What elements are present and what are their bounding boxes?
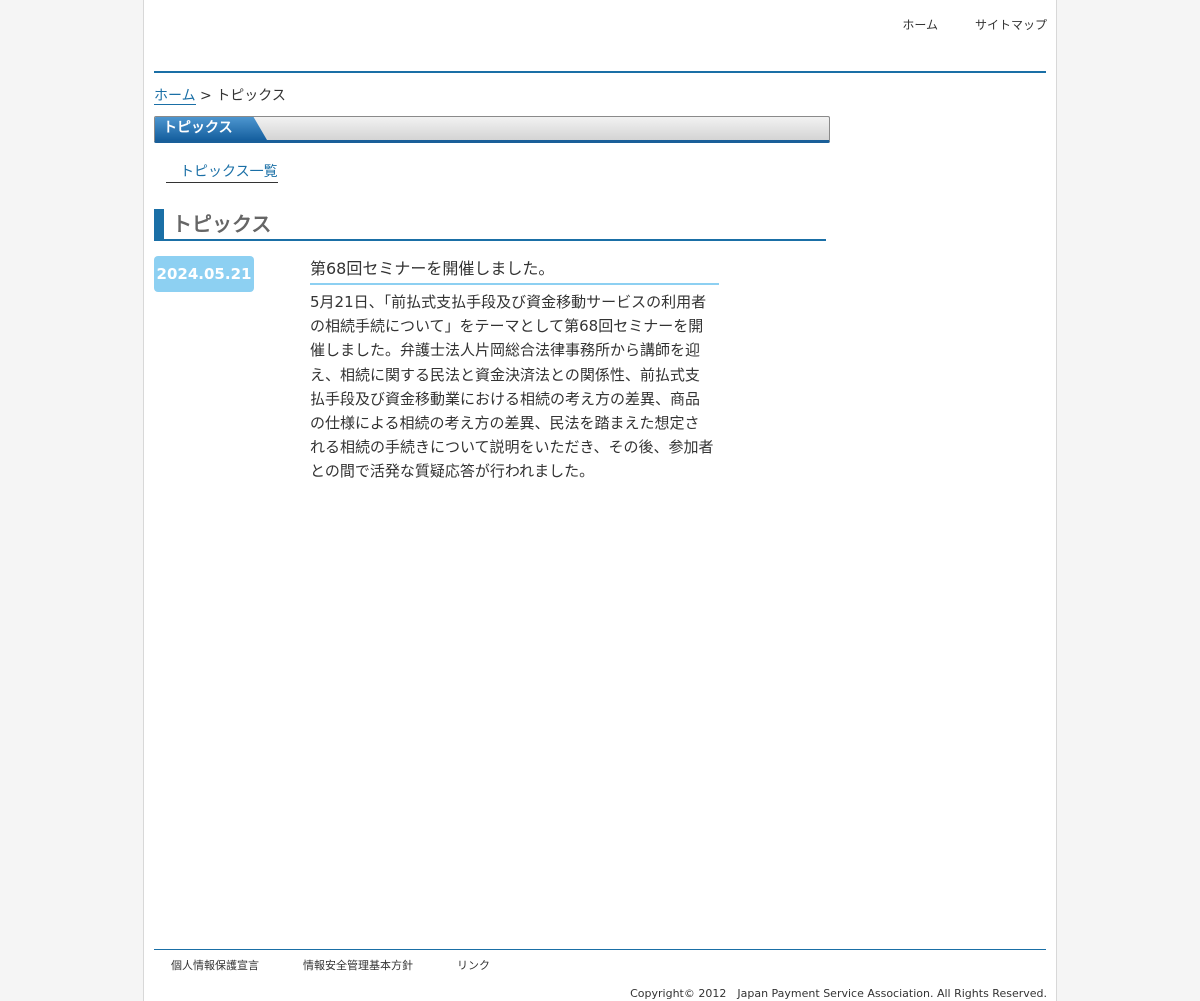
- header-nav: ホーム サイトマップ: [902, 16, 1047, 33]
- article-date-badge: 2024.05.21: [154, 256, 254, 292]
- topics-list-link[interactable]: トピックス一覧: [166, 162, 278, 183]
- section-heading: トピックス: [154, 209, 826, 241]
- section-heading-text: トピックス: [172, 212, 272, 236]
- page-title: トピックス: [163, 120, 233, 136]
- section-heading-bar: [154, 209, 164, 240]
- copyright-text: Copyright© 2012 Japan Payment Service As…: [630, 987, 1047, 1000]
- footer-privacy-link[interactable]: 個人情報保護宣言: [171, 957, 259, 973]
- footer-divider: [154, 949, 1046, 950]
- footer-nav: 個人情報保護宣言 情報安全管理基本方針 リンク: [171, 957, 490, 973]
- breadcrumb: ホーム > トピックス: [154, 86, 286, 106]
- page-container: ホーム サイトマップ ホーム > トピックス トピックス トピックス一覧 トピッ…: [143, 0, 1057, 1001]
- breadcrumb-home-link[interactable]: ホーム: [154, 88, 196, 105]
- breadcrumb-current: トピックス: [216, 88, 286, 104]
- header-divider: [154, 71, 1046, 73]
- header-sitemap-link[interactable]: サイトマップ: [975, 16, 1047, 33]
- header-home-link[interactable]: ホーム: [902, 16, 938, 33]
- footer-links-link[interactable]: リンク: [457, 957, 490, 973]
- article-body: 5月21日、「前払式支払手段及び資金移動サービスの利用者の相続手続について」をテ…: [310, 293, 714, 481]
- breadcrumb-separator: >: [195, 88, 217, 104]
- article-title: 第68回セミナーを開催しました。: [310, 257, 719, 285]
- footer-security-policy-link[interactable]: 情報安全管理基本方針: [303, 957, 413, 973]
- page-title-bar: トピックス: [154, 116, 830, 143]
